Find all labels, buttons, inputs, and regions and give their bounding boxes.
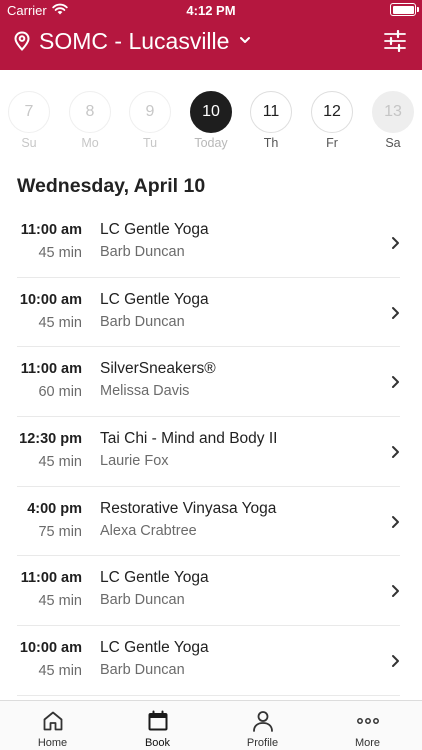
class-instructor: Barb Duncan	[100, 313, 185, 330]
tab-home[interactable]: Home	[0, 701, 105, 750]
class-time: 12:30 pm	[19, 431, 82, 448]
class-time: 11:00 am	[20, 222, 82, 238]
day-label: Su	[21, 136, 37, 150]
tab-label: Profile	[246, 737, 279, 749]
app-header: Carrier 4:12 PM SOMC - Lucasville	[0, 0, 422, 70]
class-row[interactable]: 10:00 am 45 min LC Gentle Yoga Barb Dunc…	[17, 278, 400, 348]
profile-icon	[253, 711, 273, 732]
class-name: Tai Chi - Mind and Body II	[100, 430, 278, 448]
location-selector[interactable]: SOMC - Lucasville	[39, 28, 229, 55]
chevron-right-icon	[392, 655, 399, 668]
day-label: Today	[194, 136, 228, 150]
class-instructor: Alexa Crabtree	[100, 522, 197, 539]
chevron-right-icon	[392, 376, 399, 389]
class-duration: 45 min	[38, 593, 82, 610]
day-number: 7	[8, 91, 50, 133]
class-instructor: Barb Duncan	[100, 662, 185, 679]
class-time: 10:00 am	[19, 640, 82, 657]
chevron-right-icon	[392, 446, 399, 459]
day-label: Th	[263, 136, 279, 150]
class-list: 11:00 am 45 min LC Gentle Yoga Barb Dunc…	[0, 208, 422, 696]
status-bar: Carrier 4:12 PM	[0, 0, 422, 20]
tab-profile[interactable]: Profile	[210, 701, 315, 750]
day-friday[interactable]: 12 Fr	[311, 88, 371, 152]
class-time: 11:00 am	[20, 361, 82, 378]
class-row[interactable]: 4:00 pm 75 min Restorative Vinyasa Yoga …	[17, 487, 400, 557]
chevron-down-icon[interactable]	[239, 35, 251, 45]
class-duration: 45 min	[38, 314, 82, 331]
class-duration: 45 min	[38, 245, 82, 261]
calendar-icon	[148, 710, 168, 731]
chevron-right-icon	[392, 585, 399, 598]
class-duration: 75 min	[38, 523, 82, 540]
class-instructor: Barb Duncan	[100, 244, 185, 260]
day-number: 12	[311, 91, 353, 133]
tab-label: Home	[37, 737, 68, 749]
class-duration: 60 min	[38, 384, 82, 401]
class-row[interactable]: 11:00 am 60 min SilverSneakers® Melissa …	[17, 347, 400, 418]
class-row[interactable]: 12:30 pm 45 min Tai Chi - Mind and Body …	[17, 417, 400, 487]
class-instructor: Barb Duncan	[100, 592, 185, 609]
class-row[interactable]: 10:00 am 45 min LC Gentle Yoga Barb Dunc…	[17, 626, 400, 696]
day-monday[interactable]: 8 Mo	[69, 88, 129, 152]
class-name: LC Gentle Yoga	[100, 290, 209, 308]
class-time: 11:00 am	[20, 570, 82, 587]
class-duration: 45 min	[38, 454, 82, 471]
class-instructor: Laurie Fox	[100, 453, 169, 470]
tab-more[interactable]: More	[315, 701, 420, 750]
day-number: 11	[250, 91, 292, 133]
day-tuesday[interactable]: 9 Tu	[129, 88, 189, 152]
tab-label: Book	[144, 737, 171, 749]
day-number: 9	[129, 91, 171, 133]
day-thursday[interactable]: 11 Th	[250, 88, 310, 152]
class-time: 4:00 pm	[27, 500, 82, 517]
day-number: 10	[190, 91, 232, 133]
location-pin-icon	[14, 31, 30, 51]
filter-icon[interactable]	[384, 30, 406, 52]
day-number: 13	[372, 91, 414, 133]
day-label: Mo	[81, 136, 99, 150]
class-name: LC Gentle Yoga	[100, 639, 209, 657]
class-name: SilverSneakers®	[100, 360, 216, 378]
chevron-right-icon	[392, 306, 399, 319]
class-duration: 45 min	[38, 663, 82, 680]
class-row[interactable]: 11:00 am 45 min LC Gentle Yoga Barb Dunc…	[17, 556, 400, 627]
class-row[interactable]: 11:00 am 45 min LC Gentle Yoga Barb Dunc…	[17, 208, 400, 278]
day-label: Fr	[326, 136, 338, 150]
class-time: 10:00 am	[19, 291, 82, 308]
day-today[interactable]: 10 Today	[190, 88, 250, 152]
class-name: LC Gentle Yoga	[100, 569, 209, 587]
class-name: Restorative Vinyasa Yoga	[100, 499, 277, 517]
day-picker: 7 Su 8 Mo 9 Tu 10 Today 11 Th 12 Fr 13 S…	[0, 88, 422, 156]
date-heading: Wednesday, April 10	[17, 175, 206, 197]
day-label: Sa	[385, 136, 401, 150]
battery-icon	[390, 3, 419, 16]
day-number: 8	[69, 91, 111, 133]
status-time: 4:12 PM	[186, 3, 236, 18]
day-saturday[interactable]: 13 Sa	[372, 88, 422, 152]
day-sunday[interactable]: 7 Su	[8, 88, 68, 152]
class-name: LC Gentle Yoga	[100, 221, 209, 238]
home-icon	[43, 711, 63, 731]
tab-bar: Home Book Profile More	[0, 700, 422, 750]
chevron-right-icon	[392, 515, 399, 528]
tab-book[interactable]: Book	[105, 701, 210, 750]
class-instructor: Melissa Davis	[100, 383, 190, 400]
tab-label: More	[354, 737, 381, 749]
more-icon	[357, 718, 379, 724]
chevron-right-icon	[392, 237, 399, 249]
day-label: Tu	[142, 136, 158, 150]
